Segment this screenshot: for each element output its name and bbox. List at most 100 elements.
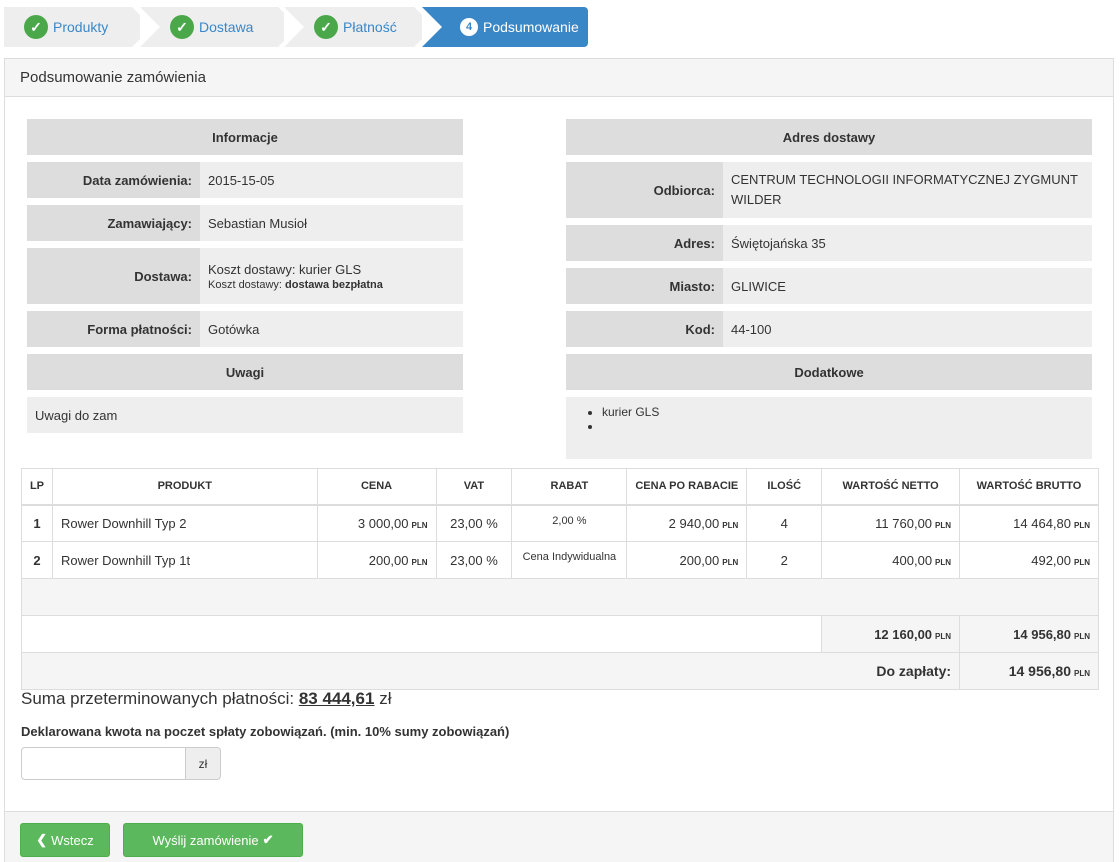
- overdue-summary: Suma przeterminowanych płatności: 83 444…: [21, 689, 391, 709]
- col-vat: VAT: [435, 468, 513, 506]
- check-icon: ✓: [170, 15, 194, 39]
- cell-product: Rower Downhill Typ 1t: [51, 541, 318, 579]
- cell-gross: 492,00 PLN: [959, 541, 1099, 579]
- address-label: Adres:: [566, 225, 723, 261]
- step-label: Produkty: [53, 19, 109, 35]
- info-row: Data zamówienia: 2015-15-05: [27, 162, 463, 198]
- info-section: Informacje Data zamówienia: 2015-15-05 Z…: [27, 119, 463, 440]
- col-gross: WARTOŚĆ BRUTTO: [959, 468, 1099, 506]
- summary-panel: Podsumowanie zamówienia Informacje Data …: [4, 58, 1114, 862]
- cell-price-after: 200,00 PLN: [626, 541, 748, 579]
- col-discount: RABAT: [511, 468, 628, 506]
- info-value: 2015-15-05: [208, 172, 275, 188]
- total-net: 12 160,00 PLN: [821, 615, 961, 653]
- step-label: Podsumowanie: [483, 19, 579, 35]
- address-label: Odbiorca:: [566, 162, 723, 218]
- step-number: 4: [460, 18, 478, 36]
- cell-lp: 1: [21, 504, 53, 542]
- panel-footer: ❮ Wstecz Wyślij zamówienie ✔: [5, 811, 1113, 862]
- info-row: Dostawa: Koszt dostawy: kurier GLS Koszt…: [27, 248, 463, 304]
- col-price-after: CENA PO RABACIE: [626, 468, 748, 506]
- back-button[interactable]: ❮ Wstecz: [20, 823, 110, 857]
- col-lp: LP: [21, 468, 53, 506]
- info-header: Informacje: [27, 119, 463, 155]
- col-product: PRODUKT: [51, 468, 318, 506]
- chevron-notch: [422, 7, 442, 47]
- cell-vat: 23,00 %: [435, 541, 513, 579]
- cell-vat: 23,00 %: [435, 504, 513, 542]
- chevron-notch: [284, 7, 304, 47]
- info-value: Koszt dostawy: kurier GLS: [208, 261, 362, 277]
- step-label: Dostawa: [199, 19, 254, 35]
- address-row: Adres: Świętojańska 35: [566, 225, 1092, 261]
- submit-order-button[interactable]: Wyślij zamówienie ✔: [123, 823, 303, 857]
- col-qty: ILOŚĆ: [746, 468, 823, 506]
- to-pay-row: Do zapłaty: 14 956,80 PLN: [20, 652, 1099, 690]
- table-header-row: LP PRODUKT CENA VAT RABAT CENA PO RABACI…: [21, 468, 1099, 506]
- cell-lp: 2: [21, 541, 53, 579]
- address-row: Odbiorca: CENTRUM TECHNOLOGII INFORMATYC…: [566, 162, 1092, 218]
- step-produkty[interactable]: ✓ Produkty: [4, 7, 152, 47]
- info-sub-label: Koszt dostawy:: [208, 278, 282, 291]
- overdue-amount[interactable]: 83 444,61: [299, 689, 375, 708]
- info-label: Dostawa:: [27, 248, 200, 304]
- info-value: Sebastian Musioł: [208, 215, 307, 231]
- address-row: Miasto: GLIWICE: [566, 268, 1092, 304]
- declared-label: Deklarowana kwota na poczet spłaty zobow…: [21, 724, 510, 739]
- total-gross: 14 956,80 PLN: [959, 615, 1099, 653]
- cell-qty: 4: [746, 504, 823, 542]
- info-label: Forma płatności:: [27, 311, 200, 347]
- cell-price-after: 2 940,00 PLN: [626, 504, 748, 542]
- info-row: Zamawiający: Sebastian Musioł: [27, 205, 463, 241]
- address-section: Adres dostawy Odbiorca: CENTRUM TECHNOLO…: [566, 119, 1092, 459]
- cell-product: Rower Downhill Typ 2: [51, 504, 318, 542]
- extra-item: [602, 419, 1092, 435]
- notes-value: Uwagi do zam: [27, 397, 463, 433]
- step-dostawa[interactable]: ✓ Dostawa: [140, 7, 298, 47]
- table-spacer-row: [21, 578, 1099, 616]
- step-label: Płatność: [343, 19, 397, 35]
- cell-net: 400,00 PLN: [821, 541, 961, 579]
- address-row: Kod: 44-100: [566, 311, 1092, 347]
- to-pay-value: 14 956,80 PLN: [959, 652, 1099, 690]
- info-label: Data zamówienia:: [27, 162, 200, 198]
- address-label: Miasto:: [566, 268, 723, 304]
- cell-discount: Cena Indywidualna: [511, 541, 628, 579]
- table-row: 1 Rower Downhill Typ 2 3 000,00 PLN 23,00…: [21, 504, 1099, 542]
- currency-addon: zł: [186, 747, 221, 780]
- overdue-label: Suma przeterminowanych płatności:: [21, 689, 295, 708]
- table-row: 2 Rower Downhill Typ 1t 200,00 PLN 23,00 …: [21, 541, 1099, 579]
- declared-amount-group: zł: [21, 747, 221, 780]
- step-platnosc[interactable]: ✓ Płatność: [284, 7, 434, 47]
- address-value: 44-100: [731, 321, 772, 337]
- wizard-steps: ✓ Produkty ✓ Dostawa ✓ Płatność 4 Podsum…: [4, 7, 604, 47]
- extra-item: kurier GLS: [602, 405, 1092, 419]
- check-icon: ✔: [262, 832, 274, 847]
- address-value: Świętojańska 35: [731, 235, 826, 251]
- cell-price: 3 000,00 PLN: [316, 504, 437, 542]
- address-value: GLIWICE: [731, 278, 786, 294]
- declared-amount-input[interactable]: [21, 747, 186, 780]
- info-value: Gotówka: [208, 321, 260, 337]
- check-icon: ✓: [24, 15, 48, 39]
- check-icon: ✓: [314, 15, 338, 39]
- extra-header: Dodatkowe: [566, 354, 1092, 390]
- address-value: CENTRUM TECHNOLOGII INFORMATYCZNEJ ZYGMU…: [731, 172, 1078, 207]
- info-sub-value: dostawa bezpłatna: [285, 278, 383, 291]
- cell-price: 200,00 PLN: [316, 541, 437, 579]
- chevron-notch: [140, 7, 160, 47]
- address-label: Kod:: [566, 311, 723, 347]
- col-price: CENA: [316, 468, 437, 506]
- cell-gross: 14 464,80 PLN: [959, 504, 1099, 542]
- products-table: LP PRODUKT CENA VAT RABAT CENA PO RABACI…: [20, 468, 1099, 690]
- step-podsumowanie[interactable]: 4 Podsumowanie: [422, 7, 588, 47]
- info-row: Forma płatności: Gotówka: [27, 311, 463, 347]
- cell-qty: 2: [746, 541, 823, 579]
- totals-row: 12 160,00 PLN 14 956,80 PLN: [20, 615, 1099, 653]
- address-header: Adres dostawy: [566, 119, 1092, 155]
- cell-discount: 2,00 %: [511, 504, 628, 542]
- back-button-label: Wstecz: [51, 832, 94, 848]
- to-pay-label: Do zapłaty:: [20, 652, 961, 690]
- cell-net: 11 760,00 PLN: [821, 504, 961, 542]
- extra-list: kurier GLS: [566, 397, 1092, 459]
